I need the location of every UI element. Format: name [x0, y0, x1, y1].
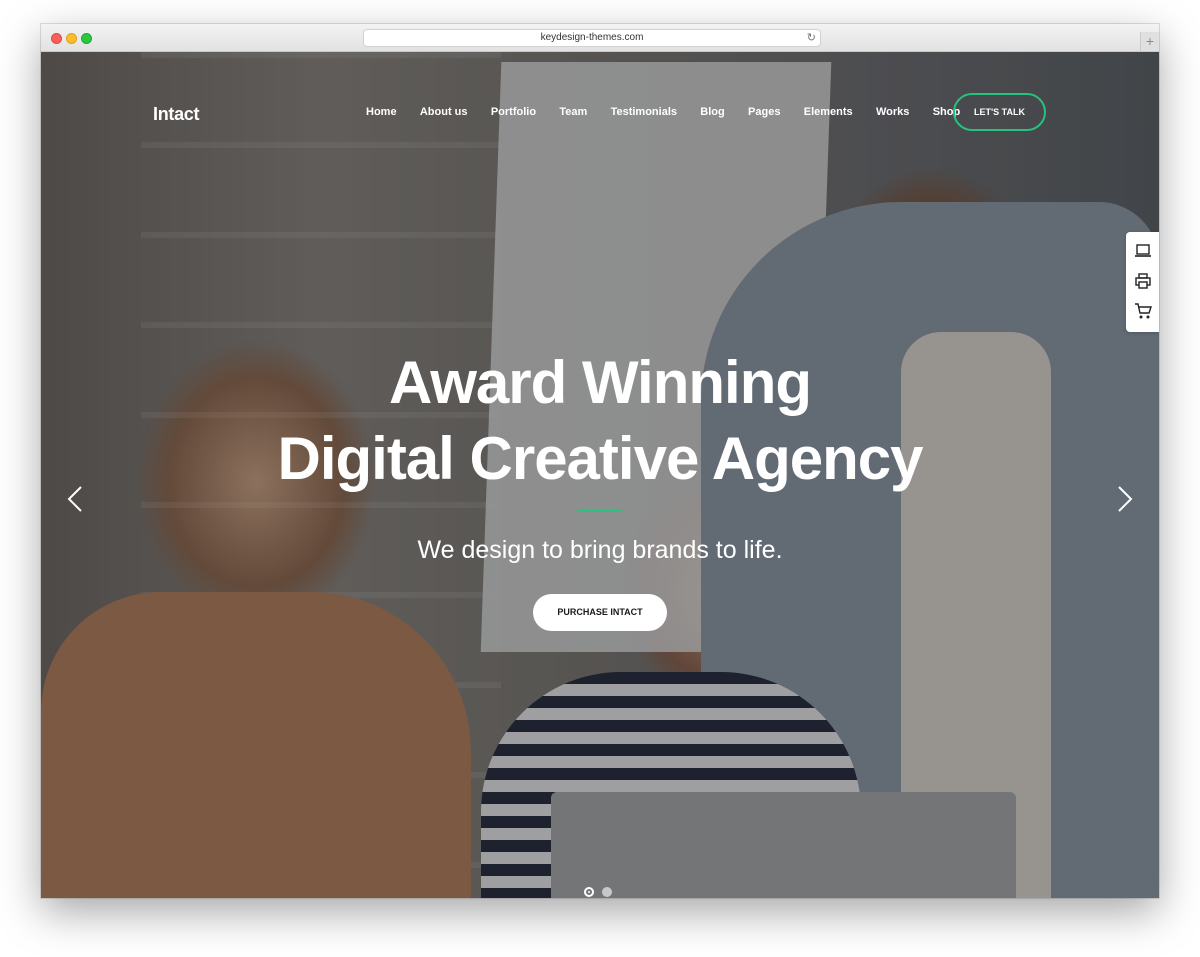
page-viewport: Intact Home About us Portfolio Team Test…	[41, 52, 1159, 898]
hero-tagline: We design to bring brands to life.	[417, 536, 783, 564]
hero-headline-line2: Digital Creative Agency	[277, 425, 924, 492]
nav-portfolio[interactable]: Portfolio	[491, 106, 536, 118]
nav-works[interactable]: Works	[876, 106, 909, 118]
slide-dot-1[interactable]	[584, 887, 594, 897]
lets-talk-button[interactable]: LET'S TALK	[953, 93, 1046, 131]
reload-icon[interactable]: ↻	[807, 31, 816, 45]
maximize-window-button[interactable]	[81, 33, 92, 44]
slider-pagination	[584, 887, 620, 897]
purchase-button[interactable]: PURCHASE INTACT	[533, 594, 667, 631]
hero-divider	[578, 510, 622, 512]
close-window-button[interactable]	[51, 33, 62, 44]
browser-titlebar: keydesign-themes.com ↻ +	[41, 24, 1159, 52]
nav-elements[interactable]: Elements	[804, 106, 853, 118]
new-tab-button[interactable]: +	[1140, 32, 1159, 51]
nav-home[interactable]: Home	[366, 106, 397, 118]
previous-slide-arrow-icon[interactable]	[65, 484, 85, 514]
address-bar[interactable]: keydesign-themes.com ↻	[363, 29, 821, 47]
next-slide-arrow-icon[interactable]	[1115, 484, 1135, 514]
main-nav: Home About us Portfolio Team Testimonial…	[366, 106, 984, 118]
laptop-icon[interactable]	[1133, 242, 1153, 260]
site-logo[interactable]: Intact	[153, 104, 200, 125]
nav-about-us[interactable]: About us	[420, 106, 468, 118]
minimize-window-button[interactable]	[66, 33, 77, 44]
hero-headline-line1: Award Winning	[389, 349, 812, 416]
printer-icon[interactable]	[1133, 272, 1153, 290]
nav-testimonials[interactable]: Testimonials	[611, 106, 677, 118]
nav-team[interactable]: Team	[559, 106, 587, 118]
cart-icon[interactable]	[1133, 302, 1153, 320]
slide-dot-2[interactable]	[602, 887, 612, 897]
url-text: keydesign-themes.com	[540, 32, 644, 43]
nav-blog[interactable]: Blog	[700, 106, 724, 118]
nav-pages[interactable]: Pages	[748, 106, 780, 118]
browser-window: keydesign-themes.com ↻ + Intact Home Abo…	[41, 24, 1159, 898]
side-toolbar	[1126, 232, 1159, 332]
